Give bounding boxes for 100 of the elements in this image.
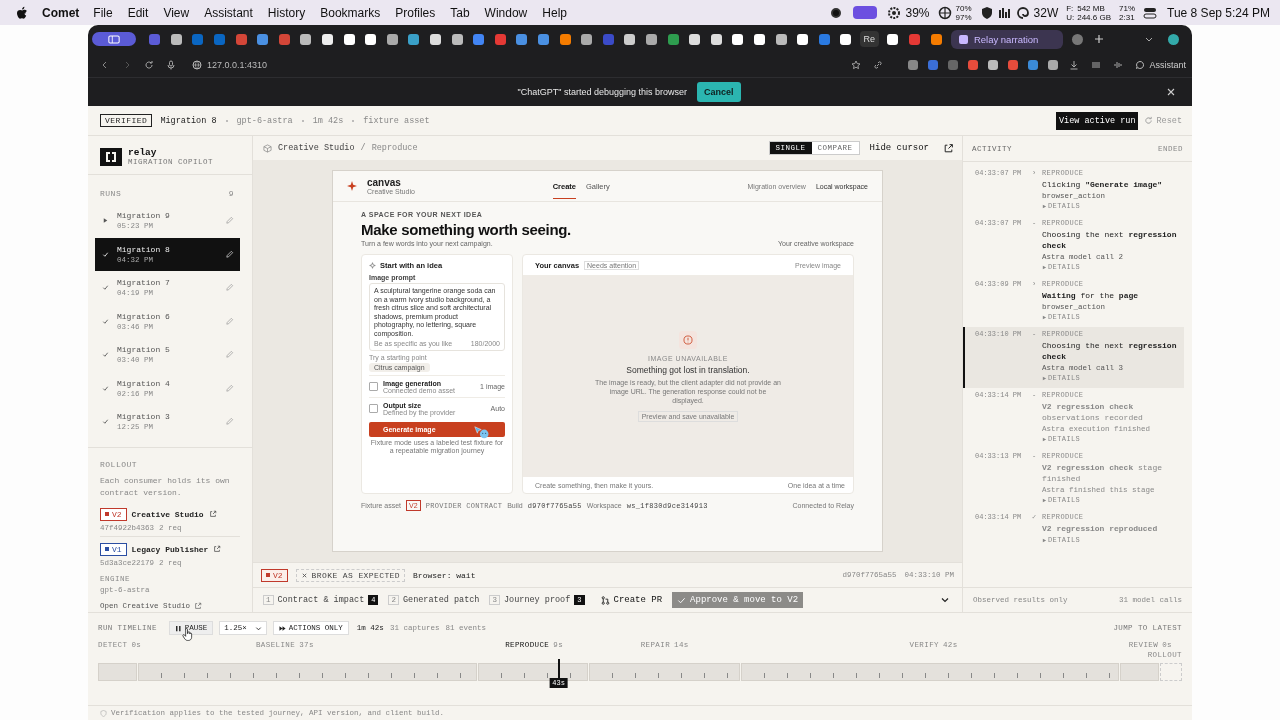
cursor-drawing <box>474 426 490 439</box>
bar-graph-icon[interactable] <box>997 5 1012 20</box>
download-icon[interactable] <box>1069 60 1080 70</box>
apple-logo-icon[interactable] <box>16 5 28 20</box>
hide-cursor-button[interactable]: Hide cursor <box>869 143 929 153</box>
event-title: Clicking "Generate image" <box>1042 179 1164 190</box>
assistant-button[interactable]: Assistant <box>1135 60 1186 70</box>
control-center-icon[interactable] <box>1143 5 1158 20</box>
new-tab-icon[interactable] <box>1094 34 1105 44</box>
menu-item[interactable]: History <box>267 5 306 20</box>
browser-tab[interactable]: Re <box>859 31 880 47</box>
chevron-down-icon <box>254 624 262 632</box>
link-icon[interactable] <box>873 60 884 70</box>
reload-icon[interactable] <box>144 60 154 70</box>
menu-icon[interactable] <box>1091 60 1102 70</box>
check-icon <box>102 418 109 426</box>
menubar-clock[interactable]: Tue 8 Sep 5:24 PM <box>1167 5 1270 20</box>
tab-favicon[interactable] <box>840 33 852 45</box>
menu-item[interactable]: Edit <box>127 5 149 20</box>
debug-banner-message: "ChatGPT" started debugging this browser <box>517 87 687 97</box>
timeline-segment[interactable] <box>477 663 588 681</box>
option-icon <box>369 404 378 413</box>
menu-item[interactable]: Window <box>484 5 528 20</box>
tab-favicon[interactable] <box>645 33 657 45</box>
tab-favicon[interactable] <box>930 33 942 45</box>
tab-favicon[interactable] <box>170 33 182 45</box>
menu-item[interactable]: View <box>163 5 190 20</box>
star-icon[interactable] <box>851 60 862 70</box>
extension-icon[interactable] <box>1008 60 1019 70</box>
menu-item[interactable]: Help <box>542 5 567 20</box>
breadcrumb-link[interactable]: Creative Studio <box>278 143 355 153</box>
tab-favicon[interactable] <box>300 33 312 45</box>
profile-avatar[interactable] <box>1167 33 1179 45</box>
create-pr-button[interactable]: Create PR <box>600 595 663 605</box>
consumer-link[interactable]: Legacy Publisher <box>131 544 209 554</box>
tab-favicon[interactable] <box>753 33 765 45</box>
record-icon[interactable] <box>831 7 842 18</box>
tab-favicon[interactable] <box>408 33 420 45</box>
audio-wave-icon[interactable] <box>1113 60 1124 70</box>
screen-share-icon[interactable] <box>853 6 878 19</box>
event-title: Choosing the next regression check <box>1042 229 1178 251</box>
address-bar[interactable]: 127.0.0.1:4310 <box>192 60 268 70</box>
shield-icon[interactable] <box>979 5 994 20</box>
fan-icon[interactable] <box>937 5 952 20</box>
run-meta: 1m 42s <box>312 115 344 126</box>
view-active-run-button[interactable]: View active run <box>1055 111 1139 130</box>
tab-favicon[interactable] <box>559 33 571 45</box>
run-count: 9 <box>228 189 234 198</box>
menu-item[interactable]: Bookmarks <box>320 5 381 20</box>
expand-triangle-icon <box>1042 375 1047 381</box>
sidebar-toggle[interactable] <box>92 32 136 46</box>
tab-favicon[interactable] <box>732 33 744 45</box>
tab-favicon[interactable] <box>797 33 809 45</box>
tab-favicon[interactable] <box>365 33 377 45</box>
preview-brand-name: canvas <box>367 177 402 188</box>
expand-triangle-icon <box>1042 436 1047 442</box>
consumer-link[interactable]: Creative Studio <box>131 509 204 519</box>
tab-favicon[interactable] <box>430 33 441 45</box>
check-icon <box>102 317 109 325</box>
menu-item[interactable]: Assistant <box>204 5 253 20</box>
site-info-icon[interactable] <box>192 60 202 70</box>
menu-item[interactable]: File <box>93 5 113 20</box>
cancel-button[interactable]: Cancel <box>697 82 741 102</box>
expand-triangle-icon <box>1042 264 1047 270</box>
menu-item[interactable]: Profiles <box>395 5 436 20</box>
tab-favicon[interactable] <box>343 33 355 45</box>
preview-headline: Make something worth seeing. <box>361 221 572 238</box>
close-icon[interactable] <box>1166 87 1176 97</box>
extension-icon[interactable] <box>928 60 939 70</box>
microphone-icon[interactable] <box>166 60 176 70</box>
extension-icon[interactable] <box>1048 60 1059 70</box>
tab-favicon[interactable] <box>689 33 701 45</box>
extension-icon[interactable] <box>908 60 919 70</box>
extension-icon[interactable] <box>1028 60 1039 70</box>
tab-favicon[interactable] <box>710 33 722 45</box>
tab-favicon[interactable] <box>451 33 463 45</box>
expand-triangle-icon <box>1042 497 1047 503</box>
tab-favicon[interactable] <box>887 33 899 45</box>
result-badge: BROKE AS EXPECTED <box>295 568 406 582</box>
chevron-down-icon[interactable] <box>940 595 950 605</box>
pull-request-icon <box>600 595 610 605</box>
breadcrumb-separator: / <box>360 143 366 153</box>
app-menu[interactable]: Comet <box>42 5 80 20</box>
tab-favicon[interactable] <box>322 33 334 45</box>
tab-favicon[interactable] <box>386 33 398 45</box>
storage-label: U: <box>1066 12 1075 22</box>
external-link-icon[interactable] <box>943 142 954 154</box>
chat-icon <box>1135 60 1146 70</box>
tab-favicon[interactable] <box>775 33 787 45</box>
playhead[interactable] <box>557 659 560 681</box>
spiral-icon[interactable] <box>1015 5 1030 20</box>
menu-item[interactable]: Tab <box>450 5 470 20</box>
tab-favicon[interactable] <box>581 33 593 45</box>
fast-forward-icon <box>278 624 286 632</box>
extension-icon[interactable] <box>968 60 979 70</box>
extension-icon[interactable] <box>988 60 999 70</box>
brand-name: relay <box>128 147 158 158</box>
tab-favicon[interactable] <box>624 33 636 45</box>
browser-tab[interactable]: Relay narration <box>950 29 1063 49</box>
version-badge: V2 <box>100 507 127 521</box>
